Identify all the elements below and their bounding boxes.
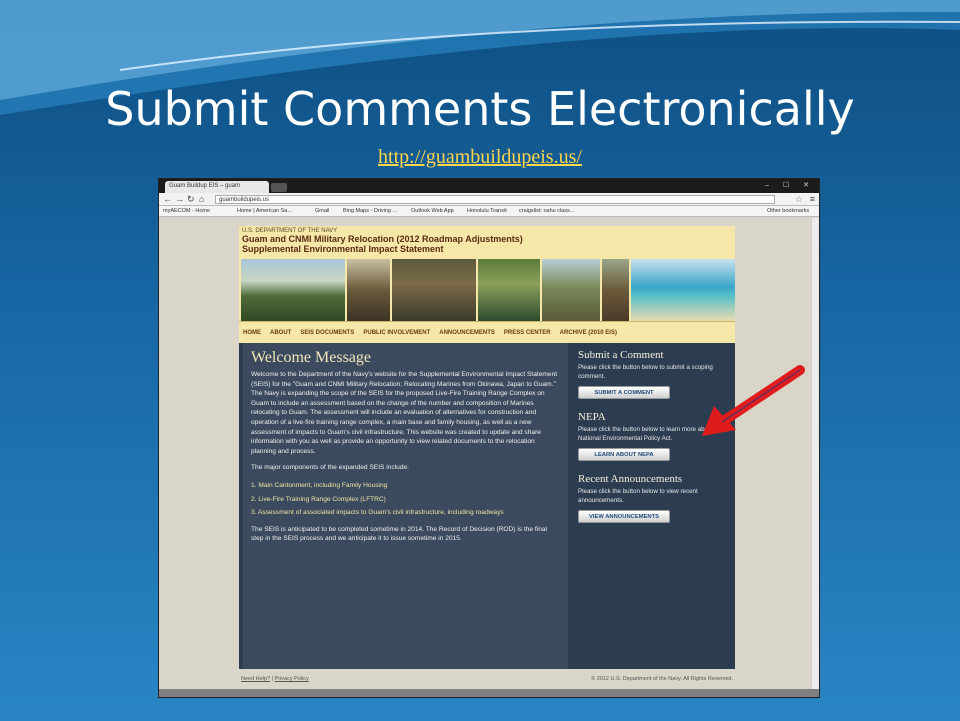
nav-archive[interactable]: ARCHIVE (2010 EIS) [560,330,617,336]
bookmark-item[interactable]: Outlook Web App [411,208,454,214]
privacy-link[interactable]: Privacy Policy [275,676,309,682]
slide: Submit Comments Electronically http://gu… [0,0,960,721]
copyright: © 2012 U.S. Department of the Navy. All … [591,676,733,682]
training-photo [541,259,600,321]
landscape-photo [241,259,345,321]
star-icon[interactable]: ☆ [795,194,803,205]
back-icon[interactable]: ← [163,194,172,204]
components-intro: The major components of the expanded SEI… [251,464,409,472]
nav-announcements[interactable]: ANNOUNCEMENTS [439,330,495,336]
bookmark-item[interactable]: craigslist: oahu class... [519,208,574,214]
closing-paragraph: The SEIS is anticipated to be completed … [251,525,548,543]
jungle-photo [478,259,540,321]
nav-home[interactable]: HOME [243,330,261,336]
slide-link[interactable]: http://guambuildupeis.us/ [0,146,960,169]
scrollbar[interactable] [811,218,819,697]
bookmark-item[interactable]: Home | American Sa... [237,208,292,214]
page-viewport: U.S. DEPARTMENT OF THE NAVY Guam and CNM… [159,218,819,697]
bookmark-item[interactable]: myAECOM - Home [163,208,210,214]
tab-bar: Guam Buildup EIS – guam – ☐ ✕ [159,179,819,193]
submit-comment-button[interactable]: SUBMIT A COMMENT [578,386,670,399]
list-item[interactable]: 3. Assessment of associated impacts to G… [251,508,560,518]
browser-tab[interactable]: Guam Buildup EIS – guam [165,181,269,193]
address-bar: ← → ↻ ⌂ guambuildupeis.us ☆ ≡ [159,193,819,206]
bookmarks-bar: myAECOM - Home Home | American Sa... Gma… [159,206,819,217]
home-icon[interactable]: ⌂ [199,194,204,204]
nav-press-center[interactable]: PRESS CENTER [504,330,551,336]
nav-seis-documents[interactable]: SEIS DOCUMENTS [300,330,354,336]
learn-about-nepa-button[interactable]: LEARN ABOUT NEPA [578,448,670,461]
new-tab-button[interactable] [271,183,287,192]
menu-icon[interactable]: ≡ [810,194,815,204]
components-list: 1. Main Cantonment, including Family Hou… [251,481,560,518]
site-header: U.S. DEPARTMENT OF THE NAVY Guam and CNM… [239,226,735,259]
welcome-heading: Welcome Message [251,349,371,366]
bookmark-item[interactable]: Other bookmarks [767,208,809,214]
announcements-heading: Recent Announcements [578,473,683,485]
taskbar [159,689,819,697]
soldier-photo [392,259,477,321]
main-column: Welcome Message Welcome to the Departmen… [243,343,568,669]
bookmark-item[interactable]: Honolulu Transit [467,208,507,214]
nav-public-involvement[interactable]: PUBLIC INVOLVEMENT [363,330,430,336]
announcements-text: Please click the button below to view re… [578,488,698,504]
view-announcements-button[interactable]: VIEW ANNOUNCEMENTS [578,510,670,523]
marine-photo [346,259,391,321]
site-footer: Need Help? | Privacy Policy © 2012 U.S. … [239,673,735,687]
nav-about[interactable]: ABOUT [270,330,291,336]
bookmark-item[interactable]: Gmail [315,208,329,214]
bookmark-item[interactable]: Bing Maps - Driving ... [343,208,397,214]
beach-photo [631,259,735,321]
site-title: Guam and CNMI Military Relocation (2012 … [242,234,523,244]
reload-icon[interactable]: ↻ [187,194,195,205]
site-nav: HOME ABOUT SEIS DOCUMENTS PUBLIC INVOLVE… [239,321,735,343]
welcome-paragraph: Welcome to the Department of the Navy's … [251,371,558,455]
content-area: Welcome Message Welcome to the Departmen… [239,343,735,669]
website: U.S. DEPARTMENT OF THE NAVY Guam and CNM… [239,226,735,694]
submit-comment-heading: Submit a Comment [578,349,664,361]
officer-photo [601,259,630,321]
help-link[interactable]: Need Help? [241,676,270,682]
list-item[interactable]: 1. Main Cantonment, including Family Hou… [251,481,560,491]
window-controls[interactable]: – ☐ ✕ [765,181,815,189]
red-arrow-icon [702,365,805,436]
site-subtitle: Supplemental Environmental Impact Statem… [242,244,444,254]
forward-icon[interactable]: → [175,194,184,204]
slide-title: Submit Comments Electronically [105,82,855,136]
footer-links: Need Help? | Privacy Policy [241,676,309,682]
photo-banner [239,259,735,321]
list-item[interactable]: 2. Live-Fire Training Range Complex (LFT… [251,495,560,505]
url-input[interactable]: guambuildupeis.us [215,195,775,204]
